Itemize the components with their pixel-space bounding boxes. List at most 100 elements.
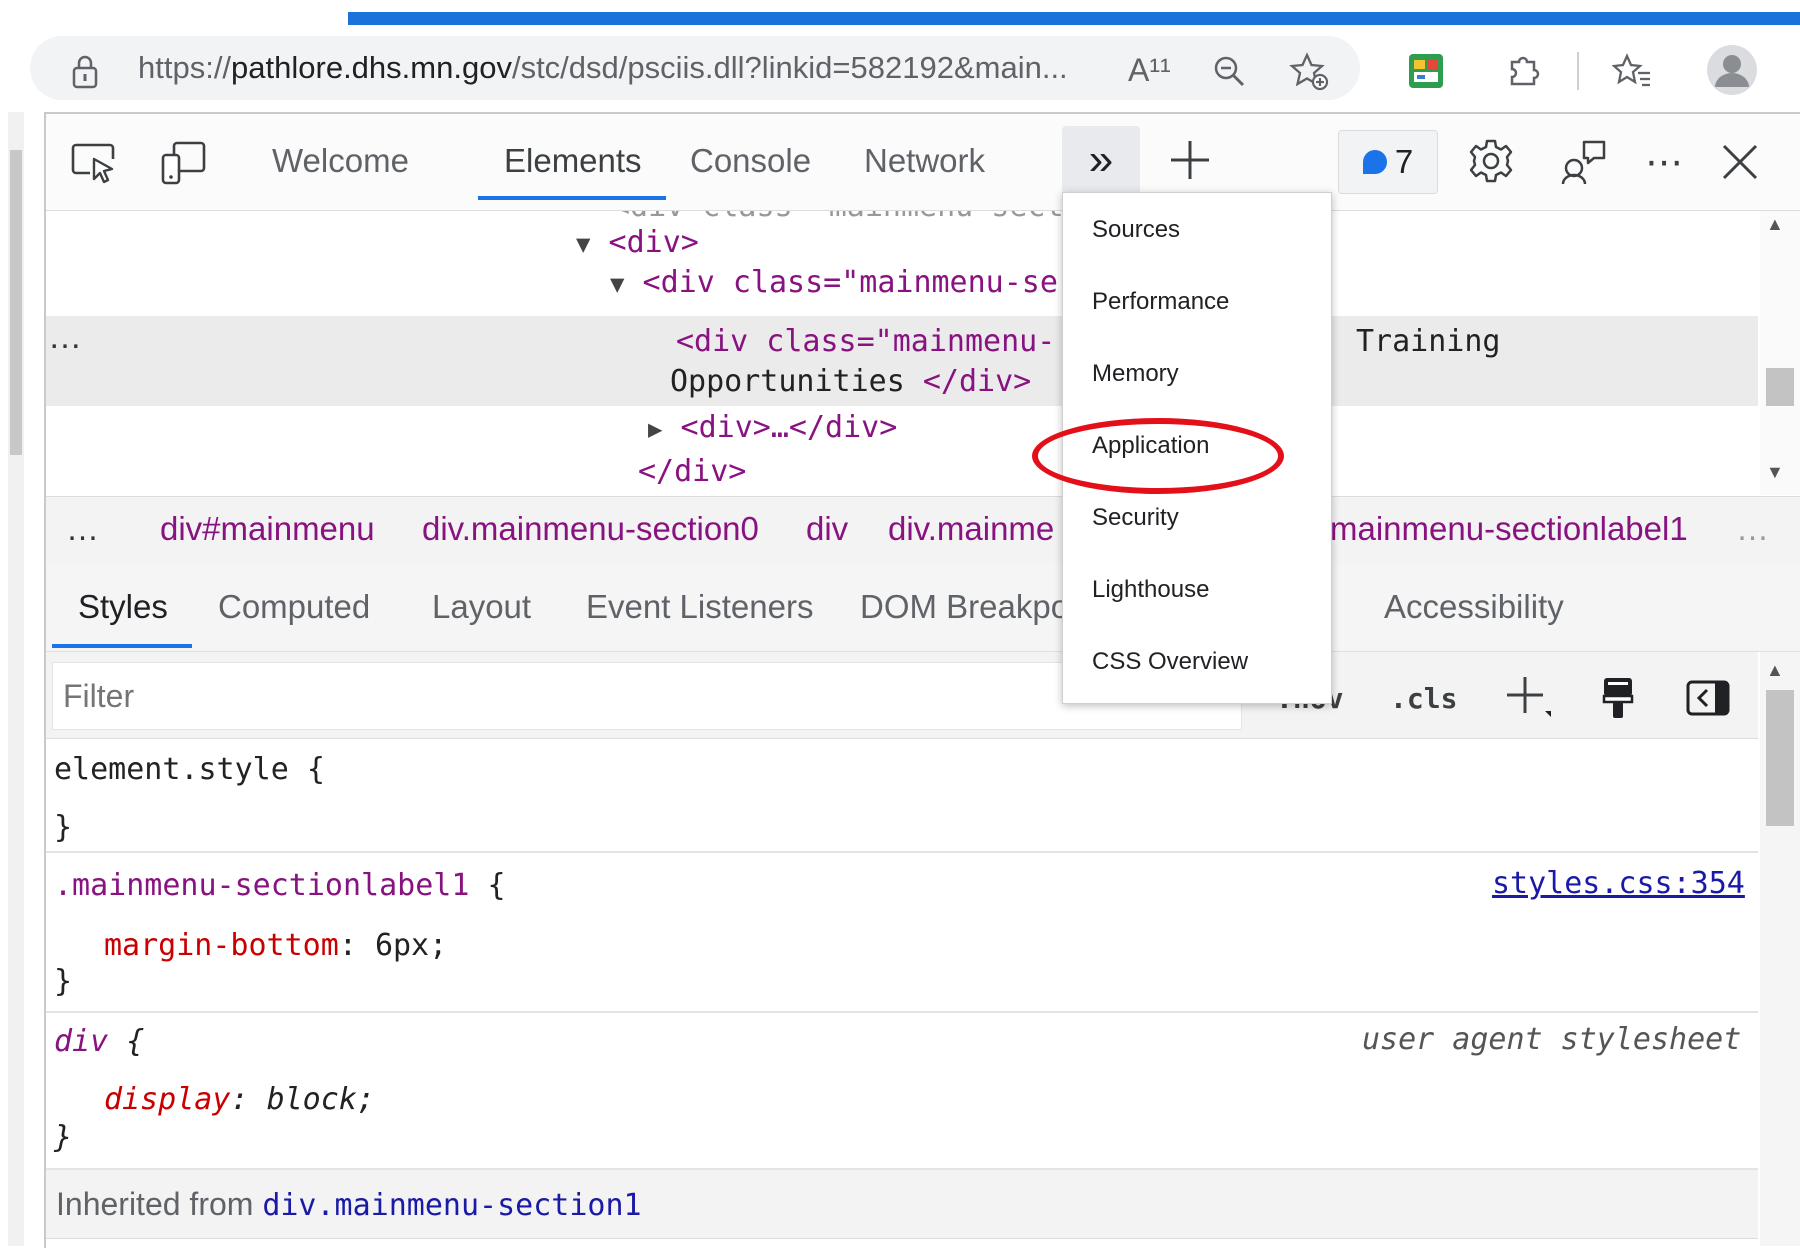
brace-open: { [108,1024,145,1059]
extensions-puzzle-icon[interactable] [1498,46,1548,96]
dom-node-closing[interactable]: </div> [638,452,746,492]
dom-tag: <div>…</div> [680,410,898,445]
active-subtab-indicator [52,644,192,648]
rule-selector[interactable]: .mainmenu-sectionlabel1 { [54,866,506,906]
tab-accessibility[interactable]: Accessibility [1384,586,1564,628]
scroll-down-arrow-icon[interactable]: ▼ [1766,462,1784,483]
zoom-out-icon[interactable] [1206,48,1252,94]
rule-close-brace: } [54,810,73,845]
url-scheme: https:// [138,50,232,85]
active-tab-indicator [478,196,666,200]
url-text[interactable]: https://pathlore.dhs.mn.gov/stc/dsd/psci… [138,48,1068,88]
tab-layout[interactable]: Layout [432,586,531,628]
rule-close-brace: } [54,1120,73,1155]
close-devtools-icon[interactable] [1714,134,1766,190]
property-value[interactable]: 6px [375,928,429,963]
styles-scrollbar-thumb[interactable] [1766,690,1794,826]
breadcrumb-item[interactable]: div.mainmenu-section0 [422,508,759,550]
brace-open: { [288,752,325,787]
tab-console[interactable]: Console [690,140,811,182]
tab-network[interactable]: Network [864,140,985,182]
dom-text: Training [1356,324,1501,359]
scroll-up-arrow-icon[interactable]: ▲ [1766,214,1784,235]
breadcrumb-item[interactable]: mainmenu-sectionlabel1 [1330,508,1688,550]
tab-welcome[interactable]: Welcome [272,140,409,182]
feedback-icon[interactable] [1554,132,1612,190]
inherited-label: Inherited from div.mainmenu-section1 [56,1184,642,1226]
dom-node-ellipsis[interactable]: … [48,318,82,357]
tab-elements[interactable]: Elements [504,140,642,182]
rule-declaration[interactable]: display: block; [104,1080,375,1120]
menu-item-performance[interactable]: Performance [1092,286,1229,318]
more-options-icon[interactable]: ⋯ [1638,134,1690,190]
issues-button[interactable]: 7 [1338,130,1438,194]
expand-triangle-icon[interactable]: ▼ [576,230,590,258]
rule-selector[interactable]: element.style { [54,750,325,790]
url-path: /stc/dsd/psciis.dll?linkid=582192&main..… [511,50,1068,85]
dom-scrollbar-thumb[interactable] [1766,368,1794,406]
breadcrumb-item[interactable]: div#mainmenu [160,508,375,550]
dom-scrollbar[interactable] [1760,211,1800,495]
class-toggle[interactable]: .cls [1390,682,1457,715]
dom-node-collapsed[interactable]: ▶ <div>…</div> [648,408,897,449]
read-aloud-icon[interactable]: A¹¹ [1128,50,1171,90]
dom-tag: <div> [608,225,699,260]
url-host: pathlore.dhs.mn.gov [231,50,512,85]
scroll-up-arrow-icon[interactable]: ▲ [1766,660,1784,681]
dom-text: Opportunities [670,364,923,399]
inherited-text: Inherited from [56,1186,263,1222]
property-name[interactable]: margin-bottom [104,928,339,963]
dom-node-section[interactable]: ▼ <div class="mainmenu-se [610,263,1058,304]
device-emulation-icon[interactable] [154,136,214,190]
property-name: display [104,1082,231,1117]
profile-avatar-icon[interactable] [1704,42,1760,98]
rule-selector[interactable]: div { [54,1022,144,1062]
user-agent-stylesheet-label: user agent stylesheet [1362,1022,1742,1057]
menu-item-css-overview[interactable]: CSS Overview [1092,646,1248,678]
breadcrumb-item[interactable]: div.mainme [888,508,1054,550]
breadcrumb-item[interactable]: div [806,508,848,550]
tab-dom-breakpoints[interactable]: DOM Breakpo [860,586,1069,628]
selector-text: element.style [54,752,289,787]
tab-event-listeners[interactable]: Event Listeners [586,586,813,628]
selected-node-text-tail: Training [1356,322,1501,362]
breadcrumb-left-ellipsis[interactable]: … [66,508,99,550]
toggle-sidebar-icon[interactable] [1680,672,1736,724]
toolbar-divider [1577,52,1579,90]
selected-node-line1[interactable]: <div class="mainmenu- [676,322,1055,362]
extension-icon[interactable] [1400,46,1452,96]
menu-item-lighthouse[interactable]: Lighthouse [1092,574,1209,606]
favorites-icon[interactable] [1606,46,1658,96]
dom-node-div[interactable]: ▼ <div> [576,223,699,264]
expand-triangle-icon[interactable]: ▼ [610,270,624,298]
plus-icon [1171,141,1209,179]
menu-item-security[interactable]: Security [1092,502,1179,534]
double-chevron-right-icon: » [1088,135,1114,184]
issues-count: 7 [1394,143,1414,180]
menu-item-sources[interactable]: Sources [1092,214,1180,246]
page-scrollbar-thumb[interactable] [10,150,22,455]
settings-gear-icon[interactable] [1462,132,1520,190]
menu-item-memory[interactable]: Memory [1092,358,1179,390]
rule-close-brace: } [54,964,73,999]
collapse-triangle-icon[interactable]: ▶ [648,415,662,443]
stylesheet-source-link[interactable]: styles.css:354 [1492,866,1745,901]
selected-node-line2[interactable]: Opportunities </div> [670,362,1031,402]
breadcrumb-right-ellipsis[interactable]: … [1736,508,1769,550]
element-state-paint-icon[interactable] [1590,670,1646,726]
property-value: block [266,1082,357,1117]
dom-tag: <div class="mainmenu-se [642,265,1058,300]
inspect-element-icon[interactable] [64,136,124,190]
inherited-selector-link[interactable]: div.mainmenu-section1 [262,1188,641,1223]
add-favorite-icon[interactable] [1284,46,1334,96]
lock-icon[interactable] [62,50,108,94]
rule-declaration[interactable]: margin-bottom: 6px; [104,926,447,966]
more-tabs-button[interactable]: » [1062,126,1140,194]
page-load-progress-bar [348,12,1800,25]
new-tab-button[interactable] [1160,130,1220,190]
tab-styles[interactable]: Styles [78,586,168,628]
dom-tag: </div> [922,364,1032,399]
selector-text: div [54,1024,109,1059]
new-style-rule-icon[interactable] [1500,670,1556,726]
tab-computed[interactable]: Computed [218,586,370,628]
